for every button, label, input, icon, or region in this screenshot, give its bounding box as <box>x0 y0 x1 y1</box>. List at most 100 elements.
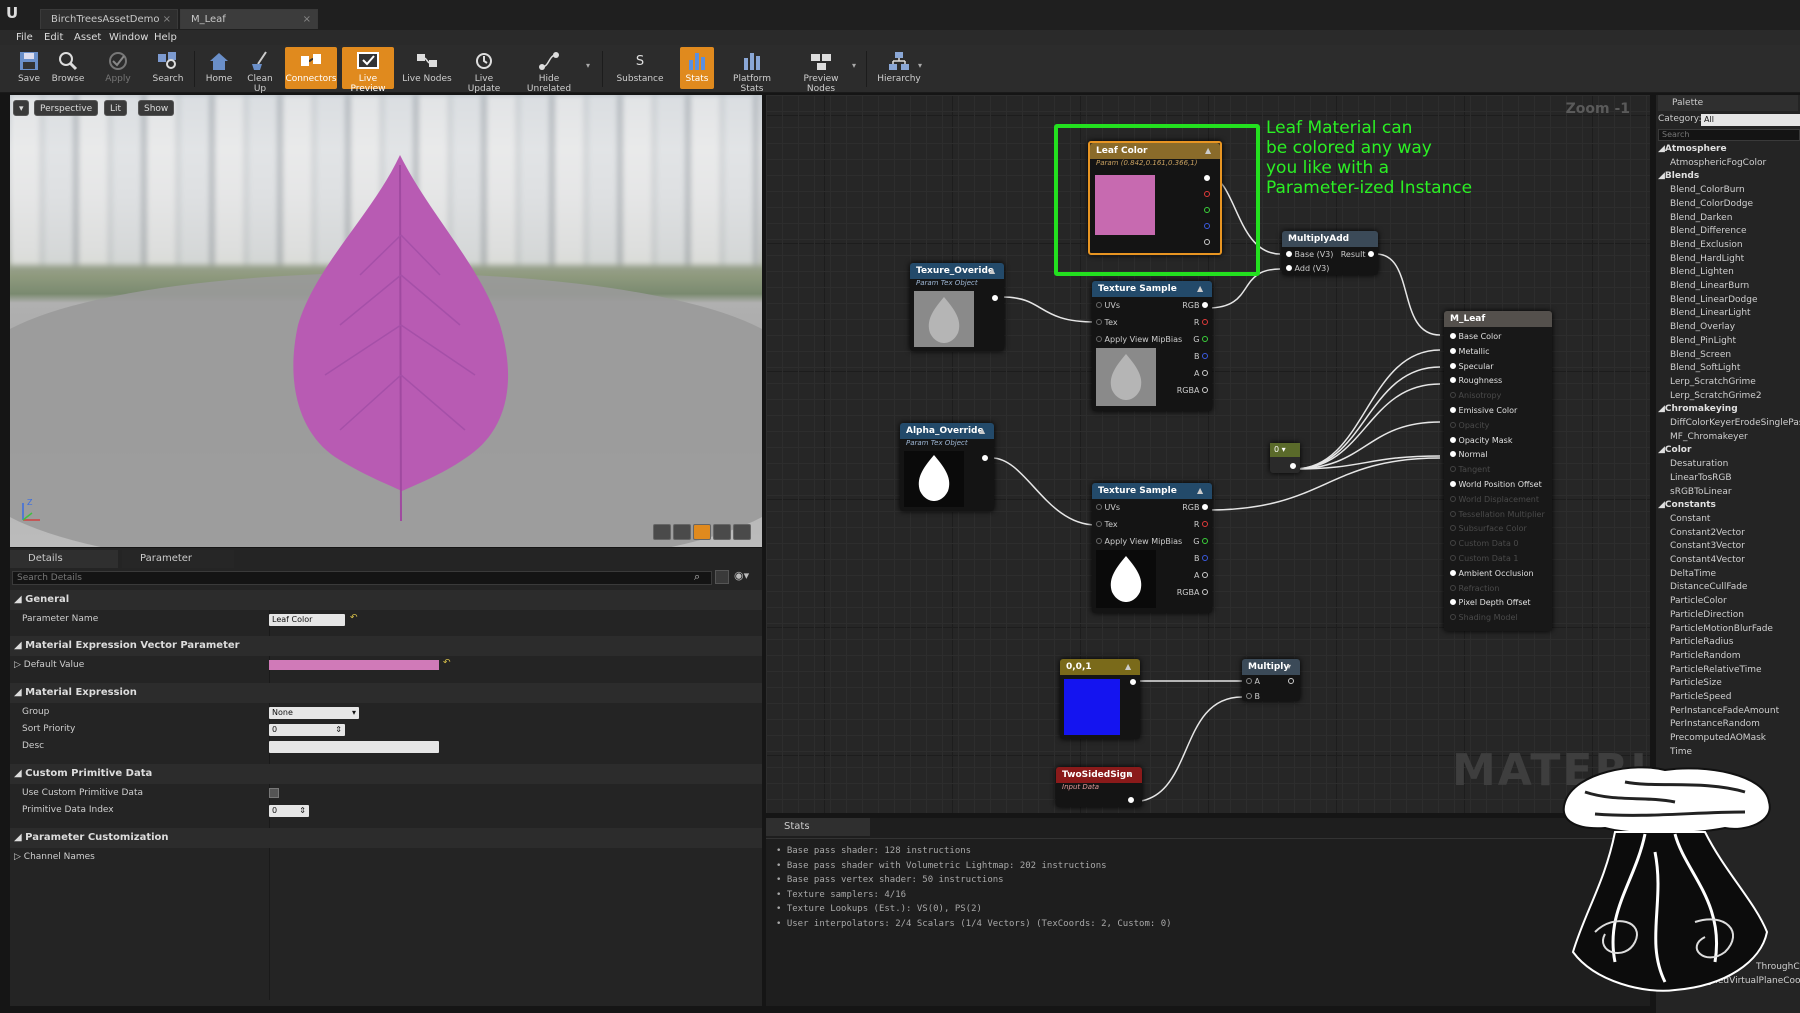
palette-item[interactable]: Constant <box>1670 513 1710 527</box>
live-preview-button[interactable]: Live Preview <box>342 47 394 94</box>
collapse-icon[interactable]: ▲ <box>1125 662 1131 671</box>
pin-uvs[interactable]: UVs <box>1096 500 1120 515</box>
apply-button[interactable]: Apply <box>98 47 138 89</box>
category-general[interactable]: ◢ General <box>10 590 762 610</box>
result-pin[interactable]: Shading Model <box>1450 610 1518 625</box>
palette-item[interactable]: ParticleRandom <box>1670 650 1741 664</box>
node-texture-override[interactable]: Texure_Overide Param Tex Object ▲ <box>910 263 1004 351</box>
palette-item[interactable]: Blend_Difference <box>1670 225 1747 239</box>
chevron-down-icon[interactable]: ▾ <box>586 61 590 70</box>
category-dropdown[interactable]: All <box>1701 114 1800 126</box>
node-constant-vector[interactable]: 0,0,1 ▲ <box>1060 659 1140 739</box>
palette-item[interactable]: ParticleSpeed <box>1670 691 1731 705</box>
connectors-button[interactable]: Connectors <box>285 47 337 89</box>
palette-item[interactable]: AtmosphericFogColor <box>1670 157 1766 171</box>
pin-tex[interactable]: Tex <box>1096 315 1118 330</box>
viewport-menu-button[interactable]: ▾ <box>13 100 29 116</box>
output-pin[interactable] <box>1290 463 1296 469</box>
palette-item[interactable]: DeltaTime <box>1670 568 1716 582</box>
live-nodes-button[interactable]: Live Nodes <box>402 47 452 89</box>
palette-item[interactable]: MF_Chromakeyer <box>1670 431 1748 445</box>
result-pin[interactable]: World Position Offset <box>1450 477 1542 492</box>
platform-stats-button[interactable]: Platform Stats <box>722 47 782 94</box>
pin-a[interactable]: A <box>1246 674 1260 689</box>
result-pin[interactable]: Base Color <box>1450 329 1501 344</box>
pin-rgba[interactable]: RGBA <box>1177 383 1208 398</box>
preview-shape-mesh-button[interactable] <box>733 524 751 540</box>
pin-b[interactable]: B <box>1194 349 1208 364</box>
category-parameter-customization[interactable]: ◢ Parameter Customization <box>10 828 762 848</box>
tab-palette[interactable]: Palette <box>1658 95 1798 111</box>
browse-button[interactable]: Browse <box>48 47 88 89</box>
pin-r[interactable]: R <box>1194 517 1208 532</box>
parameter-name-field[interactable]: Leaf Color <box>269 614 345 626</box>
menu-help[interactable]: Help <box>154 30 177 45</box>
category-vector-parameter[interactable]: ◢ Material Expression Vector Parameter <box>10 636 762 656</box>
pin-g[interactable]: G <box>1193 534 1208 549</box>
node-m-leaf-result[interactable]: M_Leaf Base Color Metallic Specular Roug… <box>1444 311 1552 631</box>
tab-details[interactable]: Details <box>10 550 118 568</box>
palette-item[interactable]: Blend_LinearLight <box>1670 307 1751 321</box>
pin-tex[interactable]: Tex <box>1096 517 1118 532</box>
group-dropdown[interactable]: None ▾ <box>269 707 359 719</box>
collapse-icon[interactable]: ▲ <box>1197 284 1203 293</box>
collapse-icon[interactable]: ▲ <box>1197 486 1203 495</box>
pin-r[interactable]: R <box>1194 315 1208 330</box>
node-texture-sample-1[interactable]: Texture Sample ▲ UVs Tex Apply View MipB… <box>1092 281 1212 411</box>
palette-item[interactable]: PrecomputedAOMask <box>1670 732 1766 746</box>
palette-item[interactable]: Blend_Lighten <box>1670 266 1734 280</box>
output-pin[interactable] <box>1130 679 1136 685</box>
menu-file[interactable]: File <box>16 30 33 45</box>
result-pin[interactable]: Custom Data 1 <box>1450 551 1518 566</box>
chevron-down-icon[interactable]: ▾ <box>1128 770 1132 779</box>
palette-item[interactable]: Time <box>1670 746 1692 760</box>
close-icon[interactable]: × <box>163 10 171 30</box>
node-alpha-override[interactable]: Alpha_Override Param Tex Object ▲ <box>900 423 994 511</box>
substance-button[interactable]: S Substance <box>612 47 668 89</box>
node-texture-sample-2[interactable]: Texture Sample ▲ UVs Tex Apply View MipB… <box>1092 483 1212 613</box>
result-pin[interactable]: Custom Data 0 <box>1450 536 1518 551</box>
output-pin[interactable] <box>992 295 998 301</box>
palette-item[interactable]: PerInstanceRandom <box>1670 718 1760 732</box>
reset-arrow-icon[interactable]: ↶ <box>350 613 358 623</box>
home-button[interactable]: Home <box>200 47 238 89</box>
output-pin[interactable] <box>1128 797 1134 803</box>
tab-birchtrees[interactable]: BirchTreesAssetDemo × <box>40 9 178 29</box>
reset-arrow-icon[interactable]: ↶ <box>443 658 451 668</box>
output-pin[interactable] <box>982 455 988 461</box>
palette-item[interactable]: Blend_Exclusion <box>1670 239 1743 253</box>
palette-item[interactable]: ParticleDirection <box>1670 609 1744 623</box>
result-pin[interactable]: Opacity Mask <box>1450 433 1512 448</box>
show-button[interactable]: Show <box>138 100 175 116</box>
result-pin[interactable]: Specular <box>1450 359 1494 374</box>
palette-item[interactable]: DiffColorKeyerErodeSinglePass <box>1670 417 1800 431</box>
primitive-index-field[interactable]: 0 ⇕ <box>269 805 309 817</box>
pin-base[interactable]: Base (V3) <box>1286 247 1333 262</box>
result-pin[interactable]: Emissive Color <box>1450 403 1517 418</box>
search-button[interactable]: Search <box>148 47 188 89</box>
result-pin[interactable]: Pixel Depth Offset <box>1450 595 1531 610</box>
palette-item[interactable]: ParticleMotionBlurFade <box>1670 623 1773 637</box>
lit-button[interactable]: Lit <box>104 100 128 116</box>
palette-item[interactable]: ParticleColor <box>1670 595 1727 609</box>
palette-item[interactable]: Lerp_ScratchGrime2 <box>1670 390 1762 404</box>
eye-icon[interactable]: ◉▾ <box>734 569 749 582</box>
palette-item[interactable]: ParticleRelativeTime <box>1670 664 1762 678</box>
tab-m-leaf[interactable]: M_Leaf × <box>180 9 318 29</box>
category-custom-primitive-data[interactable]: ◢ Custom Primitive Data <box>10 764 762 784</box>
save-button[interactable]: Save <box>10 47 48 89</box>
result-pin[interactable]: Tangent <box>1450 462 1490 477</box>
pin-add[interactable]: Add (V3) <box>1286 261 1329 276</box>
result-pin[interactable]: World Displacement <box>1450 492 1539 507</box>
node-two-sided-sign[interactable]: TwoSidedSign Input Data ▾ <box>1056 767 1142 807</box>
menu-window[interactable]: Window <box>109 30 148 45</box>
default-value-color-swatch[interactable] <box>269 660 439 670</box>
menu-asset[interactable]: Asset <box>74 30 101 45</box>
node-multiply-add[interactable]: MultiplyAdd Base (V3) Result Add (V3) <box>1282 231 1378 275</box>
use-custom-checkbox[interactable] <box>269 788 279 798</box>
tab-stats[interactable]: Stats <box>766 818 870 836</box>
grid-view-icon[interactable] <box>715 570 729 584</box>
pin-result[interactable]: Result <box>1341 247 1374 262</box>
palette-item[interactable]: Lerp_ScratchGrime <box>1670 376 1756 390</box>
chevron-down-icon[interactable]: ▾ <box>852 61 856 70</box>
